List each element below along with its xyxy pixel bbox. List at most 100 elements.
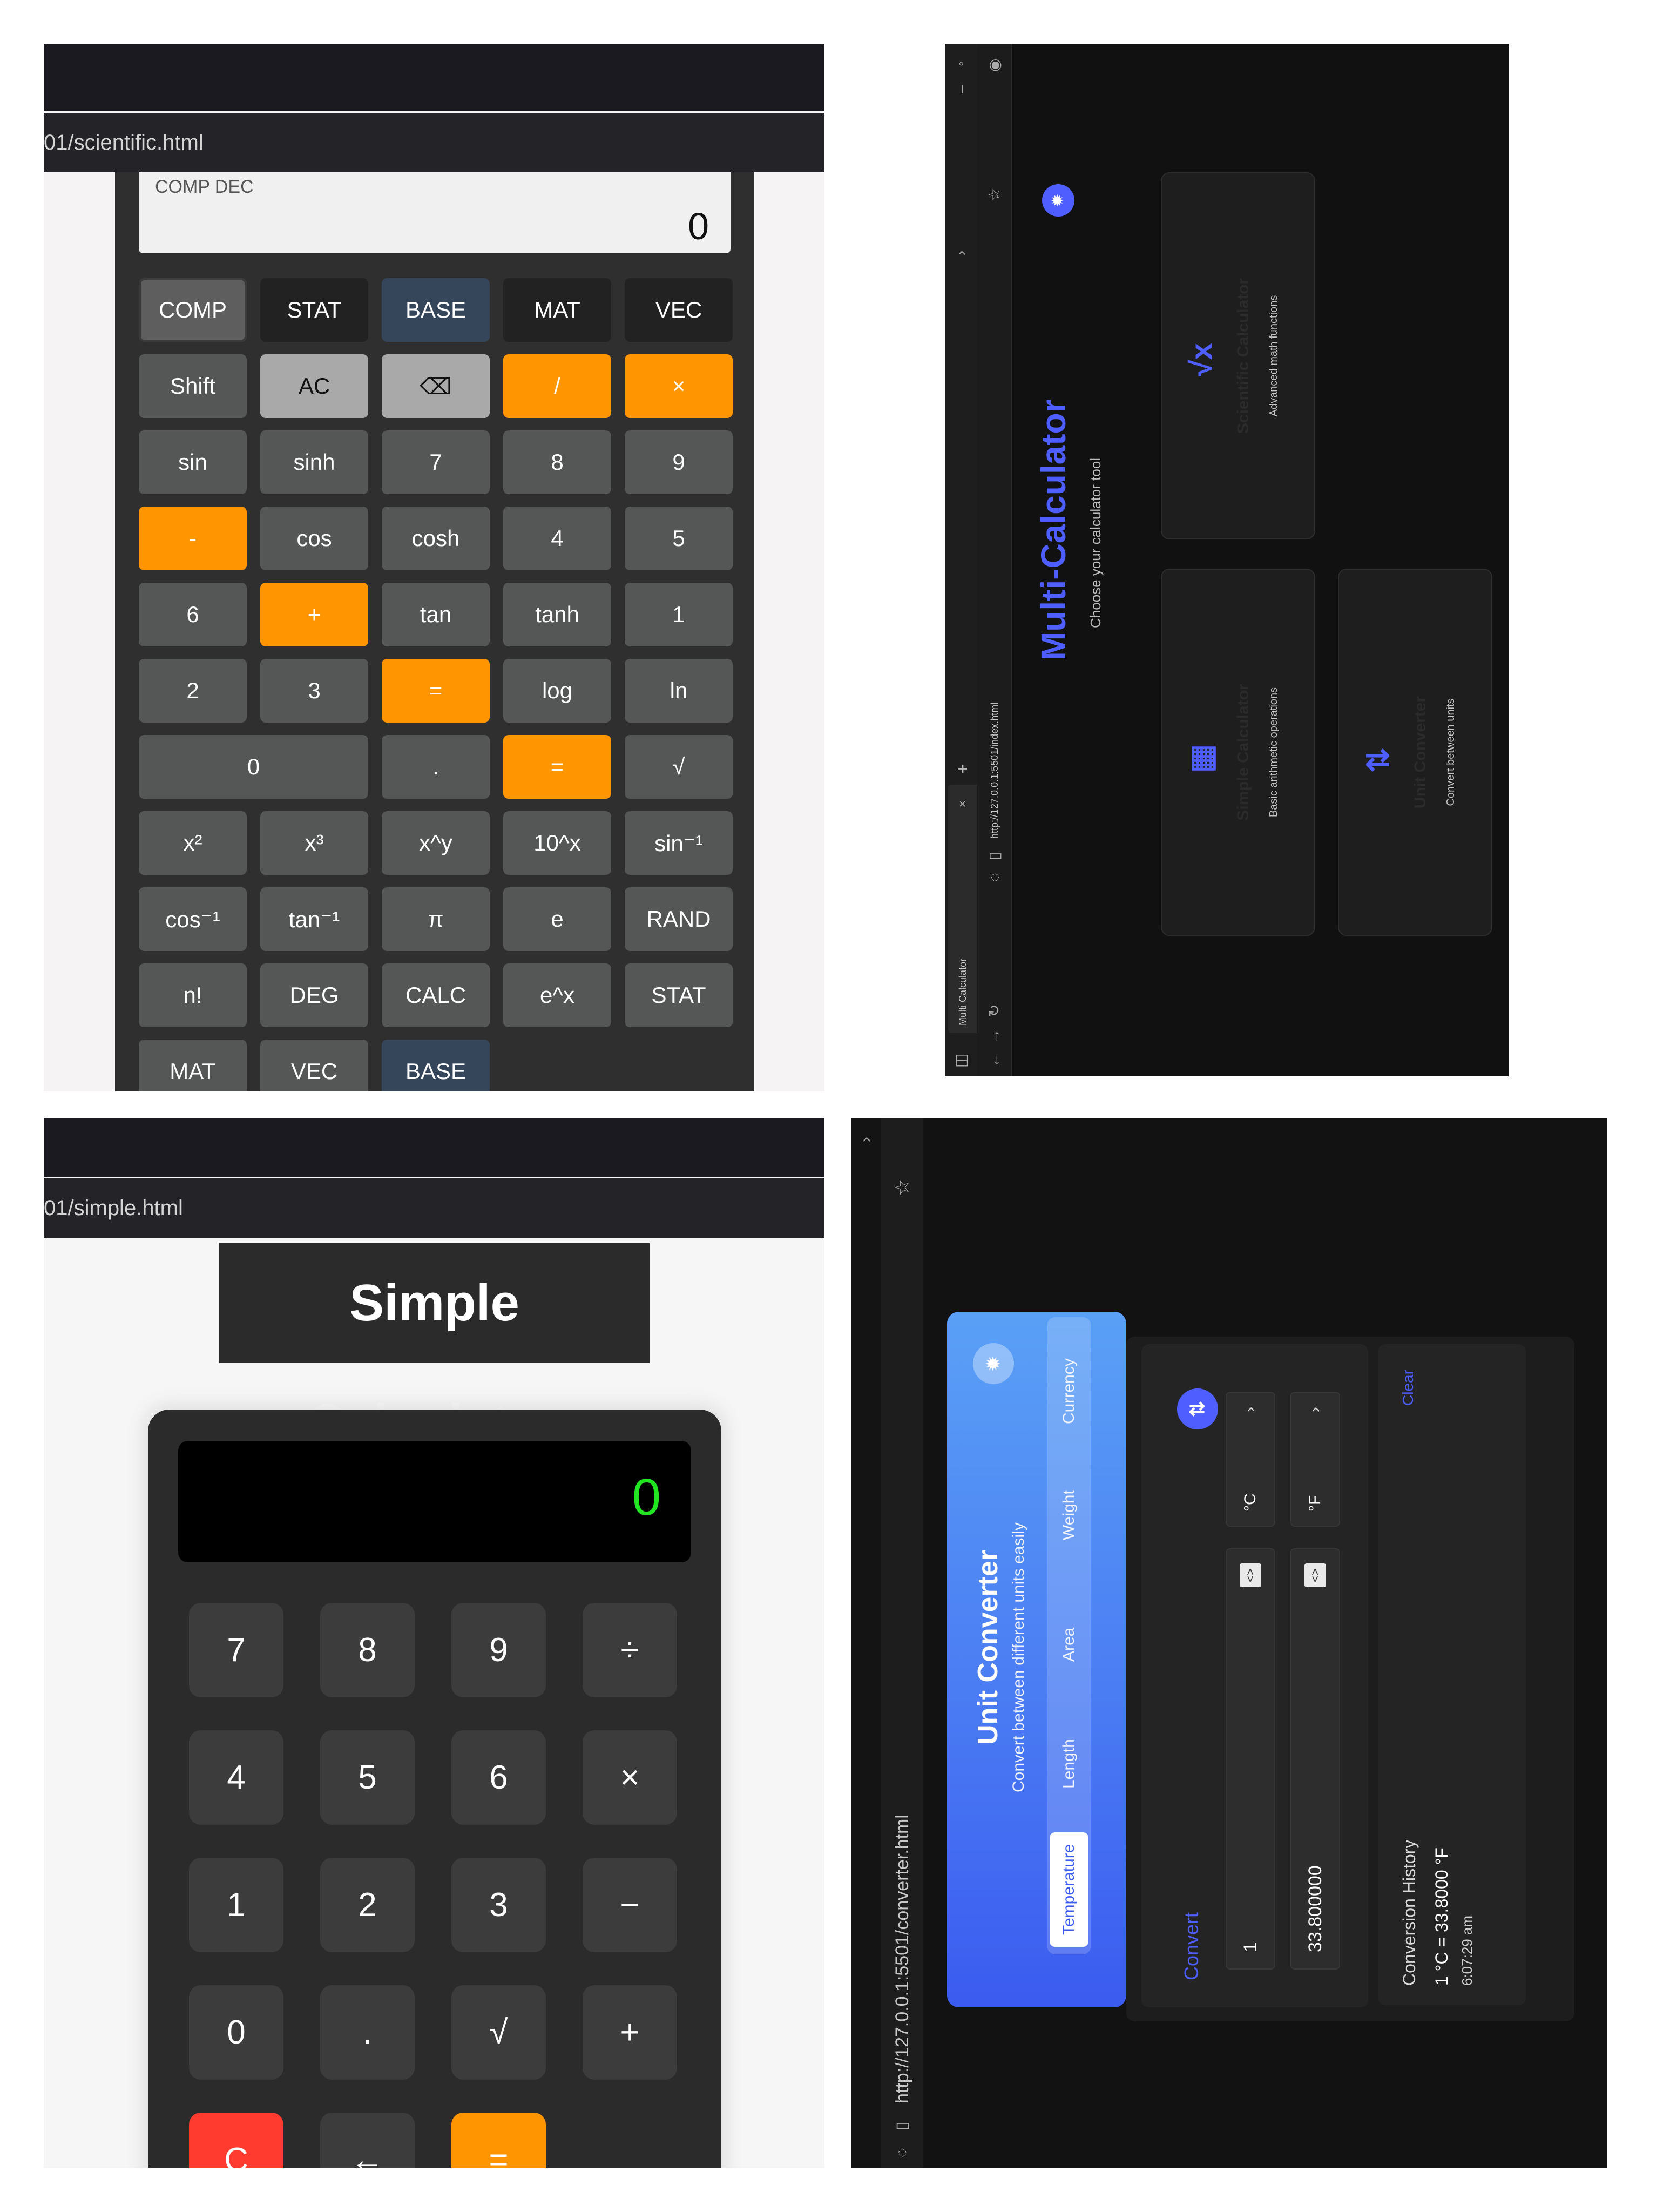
calc-key[interactable]: 1 bbox=[625, 583, 733, 646]
calc-key[interactable]: 4 bbox=[189, 1730, 283, 1825]
calc-key[interactable]: Shift bbox=[139, 354, 247, 418]
calc-key[interactable]: = bbox=[503, 735, 611, 799]
calc-key[interactable]: MAT bbox=[139, 1040, 247, 1091]
address-bar[interactable]: 01/simple.html bbox=[44, 1178, 824, 1238]
calc-key[interactable]: + bbox=[583, 1985, 677, 2080]
calc-key[interactable]: = bbox=[382, 659, 490, 723]
calc-key[interactable]: BASE bbox=[382, 1040, 490, 1091]
calc-key[interactable]: STAT bbox=[625, 963, 733, 1027]
calc-key[interactable]: √ bbox=[625, 735, 733, 799]
code-icon[interactable]: <> bbox=[1240, 1563, 1261, 1587]
calc-key[interactable]: AC bbox=[260, 354, 368, 418]
calc-key[interactable]: sinh bbox=[260, 430, 368, 494]
calc-key[interactable]: DEG bbox=[260, 963, 368, 1027]
calc-key[interactable]: VEC bbox=[260, 1040, 368, 1091]
calc-key[interactable]: × bbox=[625, 354, 733, 418]
favorite-icon[interactable]: ☆ bbox=[881, 1179, 923, 1196]
window-icon[interactable]: ◦ bbox=[945, 61, 977, 66]
tab-area[interactable]: Area bbox=[1050, 1628, 1088, 1662]
minimize-icon[interactable]: – bbox=[945, 85, 977, 93]
calc-key[interactable]: tanh bbox=[503, 583, 611, 646]
calc-key[interactable]: 5 bbox=[625, 507, 733, 570]
calc-key[interactable]: e bbox=[503, 887, 611, 951]
chevron-icon[interactable]: › bbox=[945, 251, 977, 255]
calc-key[interactable]: √ bbox=[451, 1985, 546, 2080]
sidebar-toggle-icon[interactable]: ◫ bbox=[945, 1054, 977, 1068]
calc-key[interactable]: 1 bbox=[189, 1858, 283, 1952]
calc-key[interactable]: / bbox=[503, 354, 611, 418]
calc-key[interactable]: BASE bbox=[382, 278, 490, 342]
calc-key[interactable]: 4 bbox=[503, 507, 611, 570]
card-unit-converter[interactable]: ⇅ Unit Converter Convert between units bbox=[1338, 569, 1492, 936]
calc-key[interactable]: 2 bbox=[320, 1858, 415, 1952]
card-simple-calculator[interactable]: ▦ Simple Calculator Basic arithmetic ope… bbox=[1161, 569, 1315, 936]
calc-key[interactable]: ⌫ bbox=[382, 354, 490, 418]
calc-key[interactable]: C bbox=[189, 2113, 283, 2168]
calc-key[interactable]: 6 bbox=[451, 1730, 546, 1825]
profile-icon[interactable]: ◉ bbox=[977, 59, 1012, 72]
card-scientific-calculator[interactable]: √x Scientific Calculator Advanced math f… bbox=[1161, 172, 1315, 539]
tab-weight[interactable]: Weight bbox=[1050, 1490, 1088, 1540]
to-unit-select[interactable]: °F › bbox=[1290, 1392, 1340, 1527]
refresh-icon[interactable]: ↻ bbox=[977, 1004, 1012, 1017]
calc-key[interactable]: 6 bbox=[139, 583, 247, 646]
favorite-icon[interactable]: ☆ bbox=[977, 188, 1012, 201]
calc-key[interactable]: tan bbox=[382, 583, 490, 646]
calc-key[interactable]: = bbox=[451, 2113, 546, 2168]
forward-icon[interactable]: → bbox=[977, 1029, 1012, 1044]
swap-units-icon[interactable]: ⇅ bbox=[1177, 1388, 1218, 1429]
calc-key[interactable]: × bbox=[583, 1730, 677, 1825]
calc-key[interactable]: 8 bbox=[503, 430, 611, 494]
calc-key[interactable]: x^y bbox=[382, 811, 490, 875]
calc-key[interactable]: 9 bbox=[451, 1603, 546, 1697]
calc-key[interactable]: sin bbox=[139, 430, 247, 494]
calc-key[interactable]: . bbox=[320, 1985, 415, 2080]
address-bar[interactable]: 01/scientific.html bbox=[44, 113, 824, 172]
calc-key[interactable]: VEC bbox=[625, 278, 733, 342]
calc-key[interactable]: MAT bbox=[503, 278, 611, 342]
close-tab-icon[interactable]: × bbox=[948, 800, 977, 807]
calc-key[interactable]: CALC bbox=[382, 963, 490, 1027]
calc-key[interactable]: + bbox=[260, 583, 368, 646]
calc-key[interactable]: COMP bbox=[139, 278, 247, 342]
calc-key[interactable]: RAND bbox=[625, 887, 733, 951]
calc-key[interactable]: 5 bbox=[320, 1730, 415, 1825]
to-value-input[interactable]: 33.800000 <> bbox=[1290, 1548, 1340, 1970]
calc-key[interactable]: . bbox=[382, 735, 490, 799]
calc-key[interactable]: cosh bbox=[382, 507, 490, 570]
calc-key[interactable]: ln bbox=[625, 659, 733, 723]
calc-key[interactable]: 2 bbox=[139, 659, 247, 723]
url-text[interactable]: http://127.0.0.1:5501/converter.html bbox=[881, 1815, 923, 2103]
calc-key[interactable]: x² bbox=[139, 811, 247, 875]
chevron-icon[interactable]: › bbox=[851, 1137, 881, 1142]
calc-key[interactable]: cos⁻¹ bbox=[139, 887, 247, 951]
calc-key[interactable]: x³ bbox=[260, 811, 368, 875]
code-icon[interactable]: <> bbox=[1304, 1563, 1326, 1587]
calc-key[interactable]: n! bbox=[139, 963, 247, 1027]
calc-key[interactable]: 3 bbox=[451, 1858, 546, 1952]
calc-key[interactable]: ← bbox=[320, 2113, 415, 2168]
browser-tab[interactable]: Multi Calculator bbox=[948, 785, 977, 1033]
calc-key[interactable]: log bbox=[503, 659, 611, 723]
calc-key[interactable]: 8 bbox=[320, 1603, 415, 1697]
calc-key[interactable]: 10^x bbox=[503, 811, 611, 875]
tab-currency[interactable]: Currency bbox=[1050, 1358, 1088, 1424]
calc-key[interactable]: 0 bbox=[139, 735, 368, 799]
calc-key[interactable]: 3 bbox=[260, 659, 368, 723]
from-unit-select[interactable]: °C › bbox=[1226, 1392, 1275, 1527]
calc-key[interactable]: - bbox=[139, 507, 247, 570]
calc-key[interactable]: e^x bbox=[503, 963, 611, 1027]
settings-gear-icon[interactable]: ✹ bbox=[1042, 184, 1074, 217]
calc-key[interactable]: sin⁻¹ bbox=[625, 811, 733, 875]
calc-key[interactable]: − bbox=[583, 1858, 677, 1952]
back-icon[interactable]: ← bbox=[977, 1053, 1012, 1068]
clear-history-button[interactable]: Clear bbox=[1399, 1370, 1417, 1406]
calc-key[interactable]: 0 bbox=[189, 1985, 283, 2080]
calc-key[interactable]: cos bbox=[260, 507, 368, 570]
calc-key[interactable]: 7 bbox=[382, 430, 490, 494]
tab-length[interactable]: Length bbox=[1050, 1739, 1088, 1789]
calc-key[interactable]: π bbox=[382, 887, 490, 951]
url-text[interactable]: http://127.0.0.1:5501/index.html bbox=[977, 703, 1012, 839]
calc-key[interactable]: 7 bbox=[189, 1603, 283, 1697]
tab-temperature[interactable]: Temperature bbox=[1050, 1832, 1088, 1947]
